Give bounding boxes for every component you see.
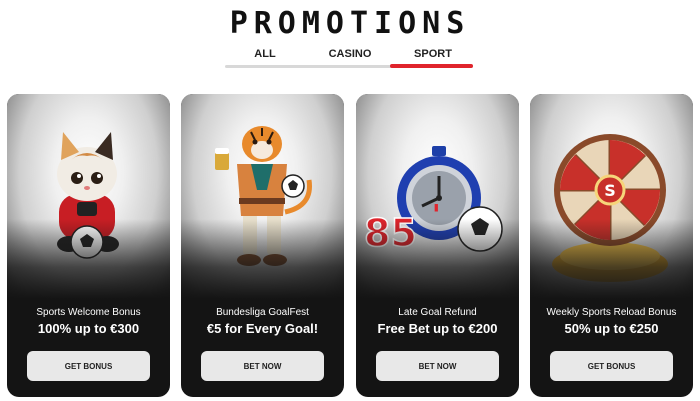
promo-card-weekly-sports-reload: S Weekly Sports Reload Bonus 50% up to €… (530, 94, 693, 397)
card-headline: 50% up to €250 (564, 321, 659, 336)
card-subtitle: Sports Welcome Bonus (36, 307, 141, 318)
get-bonus-button[interactable]: GET BONUS (550, 351, 673, 381)
card-subtitle: Late Goal Refund (398, 307, 477, 318)
tab-casino[interactable]: CASINO (320, 48, 380, 62)
stopwatch-85-illustration: 85 ' (356, 94, 519, 299)
card-headline: €5 for Every Goal! (206, 321, 319, 336)
stopwatch-minute-text: 85 (364, 211, 417, 255)
tab-all[interactable]: ALL (235, 48, 295, 62)
card-headline: 100% up to €300 (37, 321, 140, 336)
page-title: PROMOTIONS (229, 6, 471, 41)
promo-card-bundesliga-goalfest: Bundesliga GoalFest €5 for Every Goal! B… (181, 94, 344, 397)
bet-now-button[interactable]: BET NOW (376, 351, 499, 381)
get-bonus-button[interactable]: GET BONUS (27, 351, 150, 381)
promotion-tabs: ALL CASINO SPORT (225, 48, 473, 68)
prize-wheel-coins-illustration: S (530, 94, 693, 299)
tab-sport[interactable]: SPORT (400, 48, 466, 62)
promo-card-late-goal-refund: 85 ' Late Goal Refund Free Bet up to €20… (356, 94, 519, 397)
bet-now-button[interactable]: BET NOW (201, 351, 324, 381)
card-headline: Free Bet up to €200 (377, 321, 498, 336)
svg-text:': ' (432, 198, 441, 231)
card-subtitle: Weekly Sports Reload Bonus (546, 307, 677, 318)
kitten-football-illustration (7, 94, 170, 299)
promo-card-sports-welcome: Sports Welcome Bonus 100% up to €300 GET… (7, 94, 170, 397)
wheel-center-letter: S (604, 181, 616, 200)
tiger-with-beer-illustration (181, 94, 344, 299)
card-subtitle: Bundesliga GoalFest (216, 307, 309, 318)
tab-active-indicator (390, 64, 473, 68)
